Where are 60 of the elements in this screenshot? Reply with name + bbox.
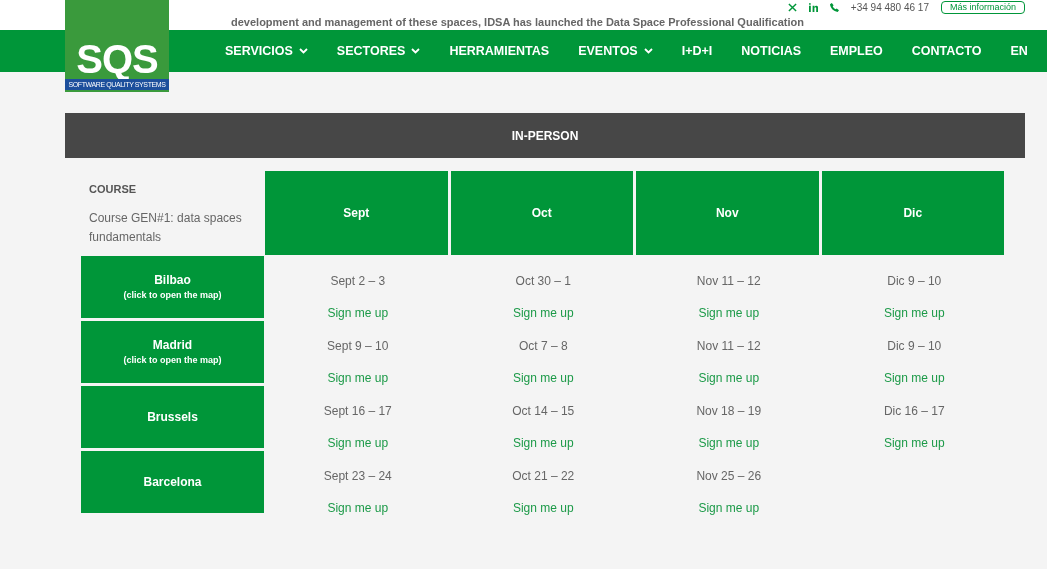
nav-link[interactable]: CONTACTO [911, 41, 982, 61]
month-header: Nov [636, 171, 819, 255]
city-button[interactable]: Brussels [81, 386, 264, 448]
city-button[interactable]: Bilbao (click to open the map) [81, 256, 264, 318]
date-text: Nov 11 – 12 [696, 273, 761, 290]
intro-text: development and management of these spaces, IDSA has launched the Data Space Professional Qualification [231, 14, 804, 30]
sign-up-link[interactable]: Sign me up [512, 369, 574, 387]
month-header: Sept [265, 171, 448, 255]
date-text: Oct 21 – 22 [512, 468, 575, 485]
date-text: Sept 16 – 17 [323, 403, 392, 420]
course-name: Course GEN#1: data spaces fundamentals [89, 209, 243, 246]
linkedin-icon[interactable] [808, 2, 818, 12]
nav-link[interactable]: EVENTOS [578, 41, 653, 61]
date-text: Dic 9 – 10 [887, 338, 942, 355]
nav-link[interactable]: SECTORES [336, 41, 421, 61]
table-title: IN-PERSON [65, 113, 1025, 158]
city-button[interactable]: Madrid (click to open the map) [81, 321, 264, 383]
date-text: Sept 2 – 3 [330, 273, 386, 290]
sign-up-link[interactable]: Sign me up [698, 499, 760, 517]
x-icon[interactable] [787, 2, 797, 12]
sign-up-link[interactable]: Sign me up [698, 434, 760, 452]
date-text: Nov 25 – 26 [696, 468, 762, 485]
sign-up-link[interactable]: Sign me up [698, 369, 760, 387]
course-label: COURSE [89, 182, 138, 197]
logo-letters: SQS [76, 39, 158, 79]
sign-up-link[interactable]: Sign me up [883, 369, 945, 387]
sign-up-link[interactable]: Sign me up [512, 499, 574, 517]
date-text: Nov 11 – 12 [696, 338, 761, 355]
date-text: Sept 23 – 24 [323, 468, 392, 485]
date-text: Oct 7 – 8 [518, 338, 568, 355]
month-header: Oct [450, 171, 633, 255]
phone-icon [829, 2, 839, 12]
more-info-button[interactable]: Más información [940, 0, 1025, 14]
sign-up-link[interactable]: Sign me up [883, 434, 945, 452]
sign-up-link[interactable]: Sign me up [327, 304, 389, 322]
sign-up-link[interactable]: Sign me up [327, 499, 389, 517]
chevron-down-icon [411, 48, 421, 54]
date-text: Sept 9 – 10 [327, 338, 389, 355]
date-text: Nov 18 – 19 [696, 403, 762, 420]
nav-link[interactable]: EN [1010, 41, 1028, 61]
city-button[interactable]: Barcelona [81, 451, 264, 513]
nav-link[interactable]: I+D+I [681, 41, 713, 61]
sign-up-link[interactable]: Sign me up [883, 304, 945, 322]
sign-up-link[interactable]: Sign me up [512, 304, 574, 322]
sign-up-link[interactable]: Sign me up [512, 434, 574, 452]
date-text: Dic 16 – 17 [883, 403, 945, 420]
date-text: Oct 14 – 15 [512, 403, 575, 420]
nav-link[interactable]: HERRAMIENTAS [449, 41, 550, 61]
date-text: Dic 9 – 10 [887, 273, 942, 290]
nav-link[interactable]: EMPLEO [830, 41, 883, 61]
chevron-down-icon [643, 48, 653, 54]
nav-link[interactable]: SERVICIOS [225, 41, 308, 61]
sign-up-link[interactable]: Sign me up [327, 434, 389, 452]
nav-link[interactable]: NOTICIAS [741, 41, 801, 61]
sign-up-link[interactable]: Sign me up [698, 304, 760, 322]
sign-up-link[interactable]: Sign me up [327, 369, 389, 387]
phone-number: +34 94 480 46 17 [850, 0, 929, 15]
chevron-down-icon [298, 48, 308, 54]
date-text: Oct 30 – 1 [515, 273, 571, 290]
month-header: Dic [821, 171, 1004, 255]
